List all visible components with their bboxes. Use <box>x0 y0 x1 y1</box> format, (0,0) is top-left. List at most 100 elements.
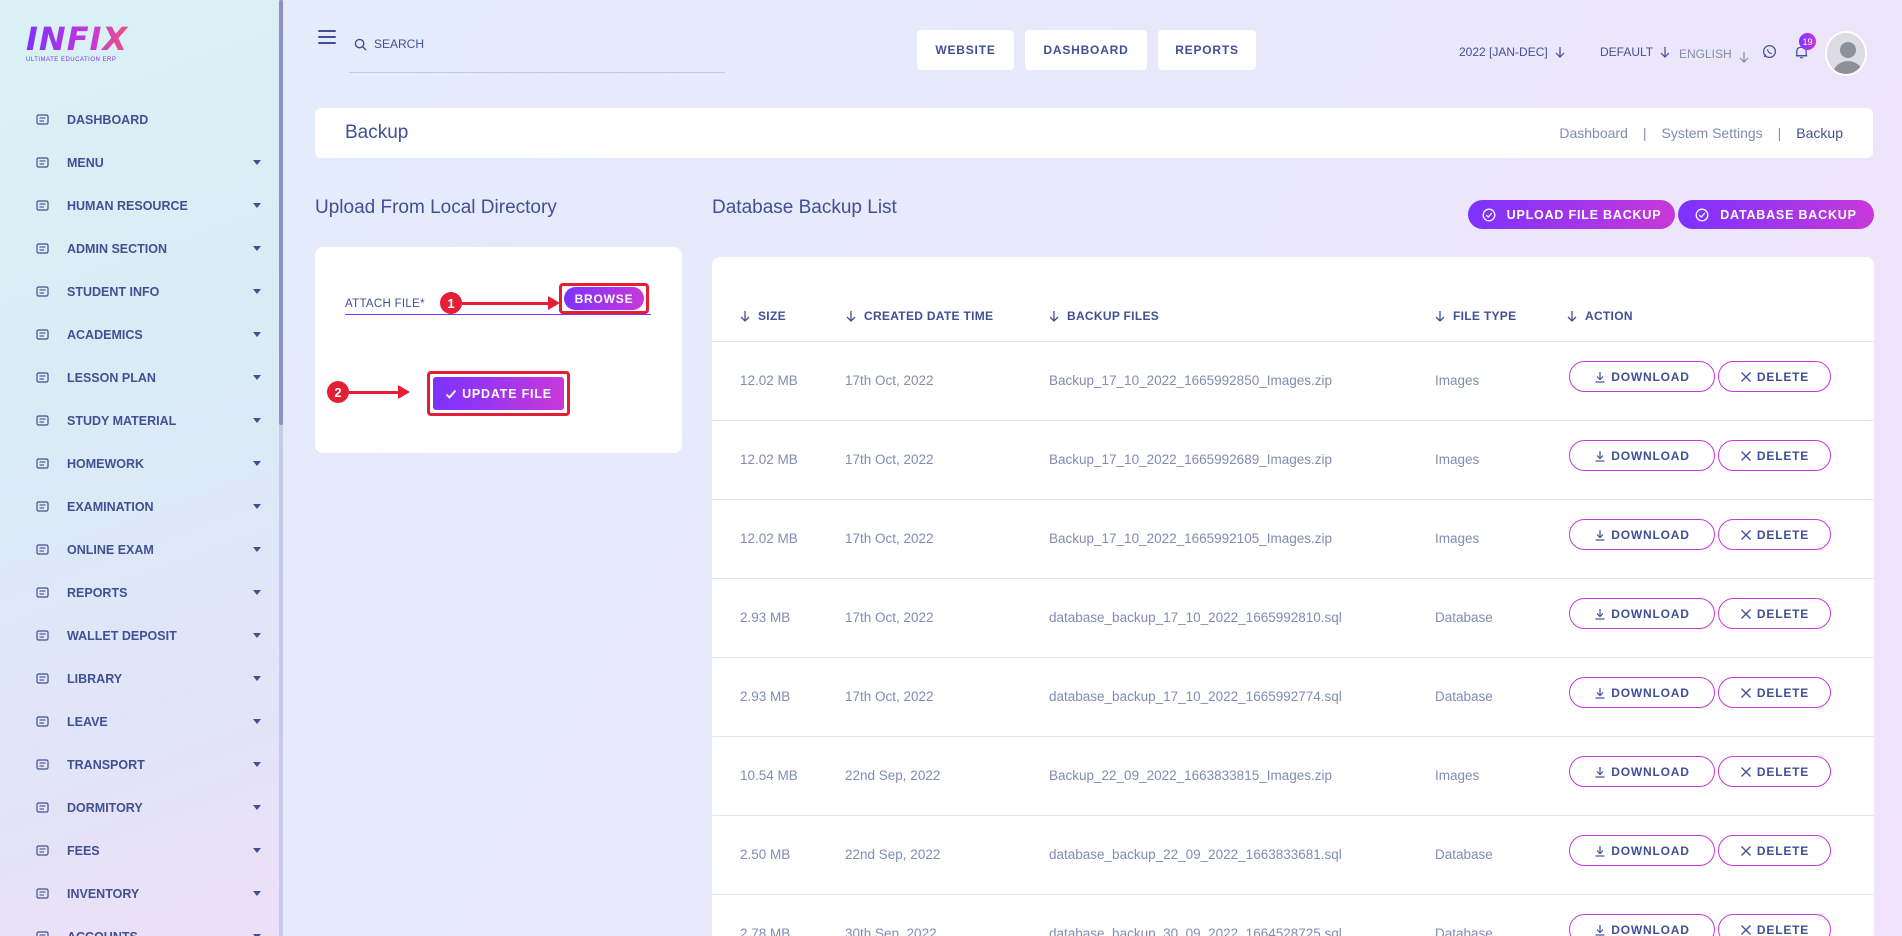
delete-label: DELETE <box>1756 843 1810 858</box>
arrow-down-icon <box>1739 52 1749 63</box>
table-row: 2.50 MB 22nd Sep, 2022 database_backup_22_… <box>712 816 1874 895</box>
browse-button[interactable]: BROWSE <box>559 283 649 314</box>
download-button[interactable]: DOWNLOAD <box>1569 835 1715 866</box>
cell-backup-file: database_backup_17_10_2022_1665992810.sq… <box>1049 610 1342 625</box>
delete-button[interactable]: DELETE <box>1718 835 1831 866</box>
caret-down-icon <box>253 719 261 724</box>
download-button[interactable]: DOWNLOAD <box>1569 361 1715 392</box>
download-button[interactable]: DOWNLOAD <box>1569 756 1715 787</box>
human-resource-icon <box>34 198 50 214</box>
sidebar-item-leave[interactable]: Leave <box>0 700 279 743</box>
download-button[interactable]: DOWNLOAD <box>1569 914 1715 936</box>
sidebar-item-online-exam[interactable]: Online Exam <box>0 528 279 571</box>
sidebar-item-examination[interactable]: Examination <box>0 485 279 528</box>
sidebar-item-homework[interactable]: Homework <box>0 442 279 485</box>
logo[interactable]: INFIX ULTIMATE EDUCATION ERP <box>26 22 136 70</box>
examination-icon <box>34 499 50 515</box>
sidebar-scrollbar-thumb[interactable] <box>279 0 283 425</box>
caret-down-icon <box>253 246 261 251</box>
download-button[interactable]: DOWNLOAD <box>1569 598 1715 629</box>
cell-backup-file: database_backup_17_10_2022_1665992774.sq… <box>1049 689 1342 704</box>
sidebar-item-label: Fees <box>67 843 100 858</box>
download-icon <box>1595 687 1605 699</box>
delete-button[interactable]: DELETE <box>1718 598 1831 629</box>
sort-arrow-down-icon <box>1435 311 1445 322</box>
sidebar-item-reports[interactable]: Reports <box>0 571 279 614</box>
cell-backup-file: database_backup_22_09_2022_1663833681.sq… <box>1049 847 1342 862</box>
delete-button[interactable]: DELETE <box>1718 677 1831 708</box>
academics-icon <box>34 327 50 343</box>
upload-file-backup-button[interactable]: UPLOAD FILE BACKUP <box>1468 200 1675 229</box>
database-backup-button[interactable]: DATABASE BACKUP <box>1678 200 1874 229</box>
cell-file-type: Database <box>1435 610 1493 625</box>
avatar[interactable] <box>1825 31 1867 76</box>
delete-button[interactable]: DELETE <box>1718 519 1831 550</box>
cell-size: 12.02 MB <box>740 452 798 467</box>
sidebar-item-student-info[interactable]: Student Info <box>0 270 279 313</box>
sidebar-item-dormitory[interactable]: Dormitory <box>0 786 279 829</box>
update-file-button[interactable]: UPDATE FILE <box>427 371 570 416</box>
download-button[interactable]: DOWNLOAD <box>1569 440 1715 471</box>
dashboard-top-button[interactable]: DASHBOARD <box>1025 30 1147 70</box>
menu-user-icon <box>34 155 50 171</box>
sidebar-item-academics[interactable]: Academics <box>0 313 279 356</box>
language-value: ENGLISH <box>1679 47 1732 61</box>
column-header-action[interactable]: ACTION <box>1567 309 1633 323</box>
sidebar-item-admin-section[interactable]: Admin Section <box>0 227 279 270</box>
backup-list-title: Database Backup List <box>712 197 897 218</box>
sidebar-item-lesson-plan[interactable]: Lesson Plan <box>0 356 279 399</box>
sidebar-item-library[interactable]: Library <box>0 657 279 700</box>
sidebar-item-transport[interactable]: Transport <box>0 743 279 786</box>
sidebar-item-study-material[interactable]: Study Material <box>0 399 279 442</box>
delete-button[interactable]: DELETE <box>1718 756 1831 787</box>
caret-down-icon <box>253 375 261 380</box>
download-button[interactable]: DOWNLOAD <box>1569 519 1715 550</box>
column-header-file-type[interactable]: FILE TYPE <box>1435 309 1516 323</box>
delete-button[interactable]: DELETE <box>1718 914 1831 936</box>
download-icon <box>1595 924 1605 936</box>
sidebar-scrollbar[interactable] <box>279 0 283 936</box>
sidebar-item-menu[interactable]: Menu <box>0 141 279 184</box>
breadcrumb-system-settings[interactable]: System Settings <box>1662 125 1763 141</box>
delete-button[interactable]: DELETE <box>1718 440 1831 471</box>
sidebar-item-accounts[interactable]: Accounts <box>0 915 279 936</box>
dormitory-icon <box>34 800 50 816</box>
cell-backup-file: Backup_17_10_2022_1665992689_Images.zip <box>1049 452 1332 467</box>
caret-down-icon <box>253 676 261 681</box>
breadcrumb-dashboard[interactable]: Dashboard <box>1559 125 1628 141</box>
sidebar-item-label: Wallet Deposit <box>67 628 177 643</box>
delete-button[interactable]: DELETE <box>1718 361 1831 392</box>
style-select[interactable]: DEFAULT <box>1600 45 1670 59</box>
sidebar-item-dashboard[interactable]: Dashboard <box>0 98 279 141</box>
website-button[interactable]: WEBSITE <box>917 30 1014 70</box>
reports-top-button[interactable]: REPORTS <box>1158 30 1256 70</box>
caret-down-icon <box>253 590 261 595</box>
hamburger-menu-icon[interactable] <box>318 30 336 44</box>
language-select[interactable]: ENGLISH <box>1679 45 1749 63</box>
column-label: BACKUP FILES <box>1067 309 1160 323</box>
column-header-size[interactable]: SIZE <box>740 309 786 323</box>
sidebar-item-fees[interactable]: Fees <box>0 829 279 872</box>
session-select[interactable]: 2022 [JAN-DEC] <box>1459 45 1565 59</box>
close-icon <box>1740 845 1751 856</box>
cell-created: 17th Oct, 2022 <box>845 531 934 546</box>
column-header-created[interactable]: CREATED DATE TIME <box>846 309 993 323</box>
caret-down-icon <box>253 762 261 767</box>
sidebar-item-label: Dashboard <box>67 112 149 127</box>
sidebar-item-wallet-deposit[interactable]: Wallet Deposit <box>0 614 279 657</box>
table-row: 12.02 MB 17th Oct, 2022 Backup_17_10_2022_… <box>712 342 1874 421</box>
browse-label: BROWSE <box>564 287 644 310</box>
cell-created: 17th Oct, 2022 <box>845 610 934 625</box>
sidebar-item-inventory[interactable]: Inventory <box>0 872 279 915</box>
delete-label: DELETE <box>1756 764 1810 779</box>
dashboard-icon <box>34 112 50 128</box>
sidebar-nav: Dashboard Menu Human Resource Admin Section… <box>0 98 279 936</box>
user-avatar-icon <box>1827 33 1865 74</box>
search-input[interactable] <box>374 37 674 51</box>
sort-arrow-down-icon <box>1049 311 1059 322</box>
sidebar-item-human-resource[interactable]: Human Resource <box>0 184 279 227</box>
column-header-backup-files[interactable]: BACKUP FILES <box>1049 309 1159 323</box>
sidebar-item-label: Examination <box>67 499 154 514</box>
whatsapp-icon[interactable] <box>1762 44 1777 59</box>
download-button[interactable]: DOWNLOAD <box>1569 677 1715 708</box>
